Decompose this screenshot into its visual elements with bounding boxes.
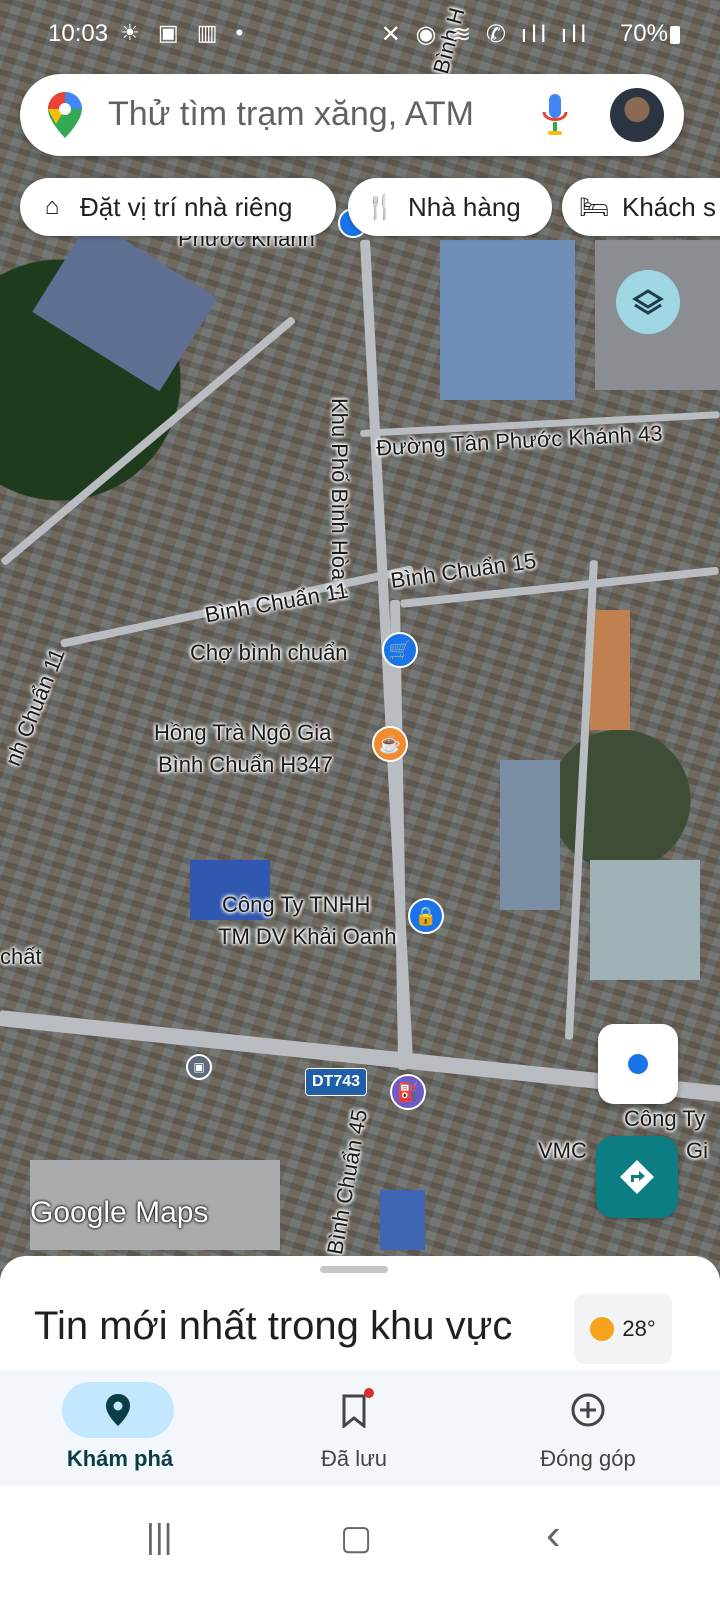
layers-icon bbox=[632, 289, 664, 315]
add-circle-icon bbox=[571, 1393, 605, 1427]
map-block bbox=[590, 860, 700, 980]
status-notification-icons: ☀ ▣ ▥ • bbox=[120, 20, 250, 45]
home-icon: ⌂ bbox=[44, 193, 60, 220]
tab-label: Đã lưu bbox=[320, 1446, 388, 1471]
chip-set-home[interactable]: ⌂ Đặt vị trí nhà riêng bbox=[20, 178, 336, 236]
sheet-title: Tin mới nhất trong khu vực bbox=[34, 1304, 513, 1348]
tab-contribute[interactable]: Đóng góp bbox=[468, 1370, 708, 1486]
map-label: Hồng Trà Ngô Gia bbox=[154, 720, 332, 745]
route-shield: DT743 bbox=[305, 1068, 368, 1096]
chip-label: Đặt vị trí nhà riêng bbox=[80, 191, 293, 222]
bottom-sheet[interactable]: Tin mới nhất trong khu vực 28° bbox=[0, 1256, 720, 1370]
map-block bbox=[440, 240, 575, 400]
map-label: chất bbox=[0, 944, 42, 969]
gas-station-pin-icon[interactable]: ⛽ bbox=[390, 1074, 426, 1110]
map-label: Bình Chuẩn 45 bbox=[322, 1107, 373, 1257]
map-label: Chợ bình chuẩn bbox=[190, 640, 348, 665]
directions-button[interactable] bbox=[596, 1136, 678, 1218]
maps-pin-icon bbox=[48, 92, 82, 138]
tab-label: Khám phá bbox=[66, 1446, 174, 1471]
map-label: Bình Chuẩn H347 bbox=[158, 752, 333, 777]
map-label: nh Chuẩn 11 bbox=[0, 644, 70, 770]
account-avatar[interactable] bbox=[610, 88, 664, 142]
layers-button[interactable] bbox=[616, 270, 680, 334]
map-label: VMC bbox=[538, 1138, 587, 1163]
chip-restaurants[interactable]: 🍴 Nhà hàng bbox=[348, 178, 552, 236]
tab-label: Đóng góp bbox=[540, 1446, 636, 1471]
map-label: Bình Chuẩn 11 bbox=[202, 577, 351, 628]
temperature: 28° bbox=[622, 1316, 656, 1341]
google-maps-logo: Google Maps bbox=[30, 1196, 209, 1229]
my-location-button[interactable] bbox=[598, 1024, 678, 1104]
shopping-cart-pin-icon[interactable]: 🛒 bbox=[382, 632, 418, 668]
map-label: Công Ty bbox=[624, 1106, 706, 1131]
system-navigation: ||| ▢ ‹ bbox=[0, 1486, 720, 1600]
home-button[interactable]: ▢ bbox=[340, 1518, 372, 1558]
status-bar: 10:03 ☀ ▣ ▥ • ✕ ◉ ≋ ✆ ıll ıll 70% bbox=[0, 0, 720, 70]
search-bar[interactable]: Thử tìm trạm xăng, ATM bbox=[20, 74, 684, 156]
back-button[interactable]: ‹ bbox=[546, 1510, 561, 1560]
map-block bbox=[500, 760, 560, 910]
map-block bbox=[590, 610, 630, 730]
bus-stop-icon[interactable]: ▣ bbox=[186, 1054, 212, 1080]
status-signal-icons: ✕ ◉ ≋ ✆ ıll ıll bbox=[380, 21, 590, 48]
bookmark-icon bbox=[342, 1394, 366, 1428]
bottom-navigation: Khám phá Đã lưu Đóng góp bbox=[0, 1370, 720, 1486]
map-label: Gi bbox=[686, 1138, 708, 1163]
cafe-pin-icon[interactable]: ☕ bbox=[372, 726, 408, 762]
sheet-drag-handle[interactable] bbox=[320, 1266, 388, 1273]
mic-icon[interactable] bbox=[542, 94, 568, 136]
map-label: Khu Phố Bình Hòa 1 bbox=[327, 398, 352, 599]
restaurant-icon: 🍴 bbox=[365, 193, 395, 221]
status-time: 10:03 bbox=[48, 20, 109, 47]
chip-label: Khách s bbox=[622, 191, 716, 222]
recents-button[interactable]: ||| bbox=[146, 1518, 173, 1557]
sun-icon bbox=[590, 1317, 615, 1341]
search-input[interactable]: Thử tìm trạm xăng, ATM bbox=[108, 95, 474, 134]
map-label: Công Ty TNHH bbox=[222, 892, 371, 917]
map-label: TM DV Khải Oanh bbox=[218, 924, 397, 949]
hotel-icon: 🛏 bbox=[578, 193, 610, 221]
weather-chip[interactable]: 28° bbox=[574, 1294, 672, 1364]
map-block bbox=[380, 1190, 425, 1250]
battery-icon bbox=[670, 26, 680, 44]
tab-saved[interactable]: Đã lưu bbox=[234, 1370, 474, 1486]
my-location-icon bbox=[628, 1054, 648, 1074]
explore-pin-icon bbox=[106, 1394, 130, 1426]
chip-label: Nhà hàng bbox=[408, 191, 521, 222]
chip-hotels[interactable]: 🛏 Khách s bbox=[562, 178, 720, 236]
directions-icon bbox=[620, 1160, 654, 1194]
tab-explore[interactable]: Khám phá bbox=[0, 1370, 240, 1486]
battery-level: 70% bbox=[619, 20, 668, 47]
notification-dot bbox=[364, 1388, 374, 1398]
shopping-bag-pin-icon[interactable]: 🔒 bbox=[408, 898, 444, 934]
